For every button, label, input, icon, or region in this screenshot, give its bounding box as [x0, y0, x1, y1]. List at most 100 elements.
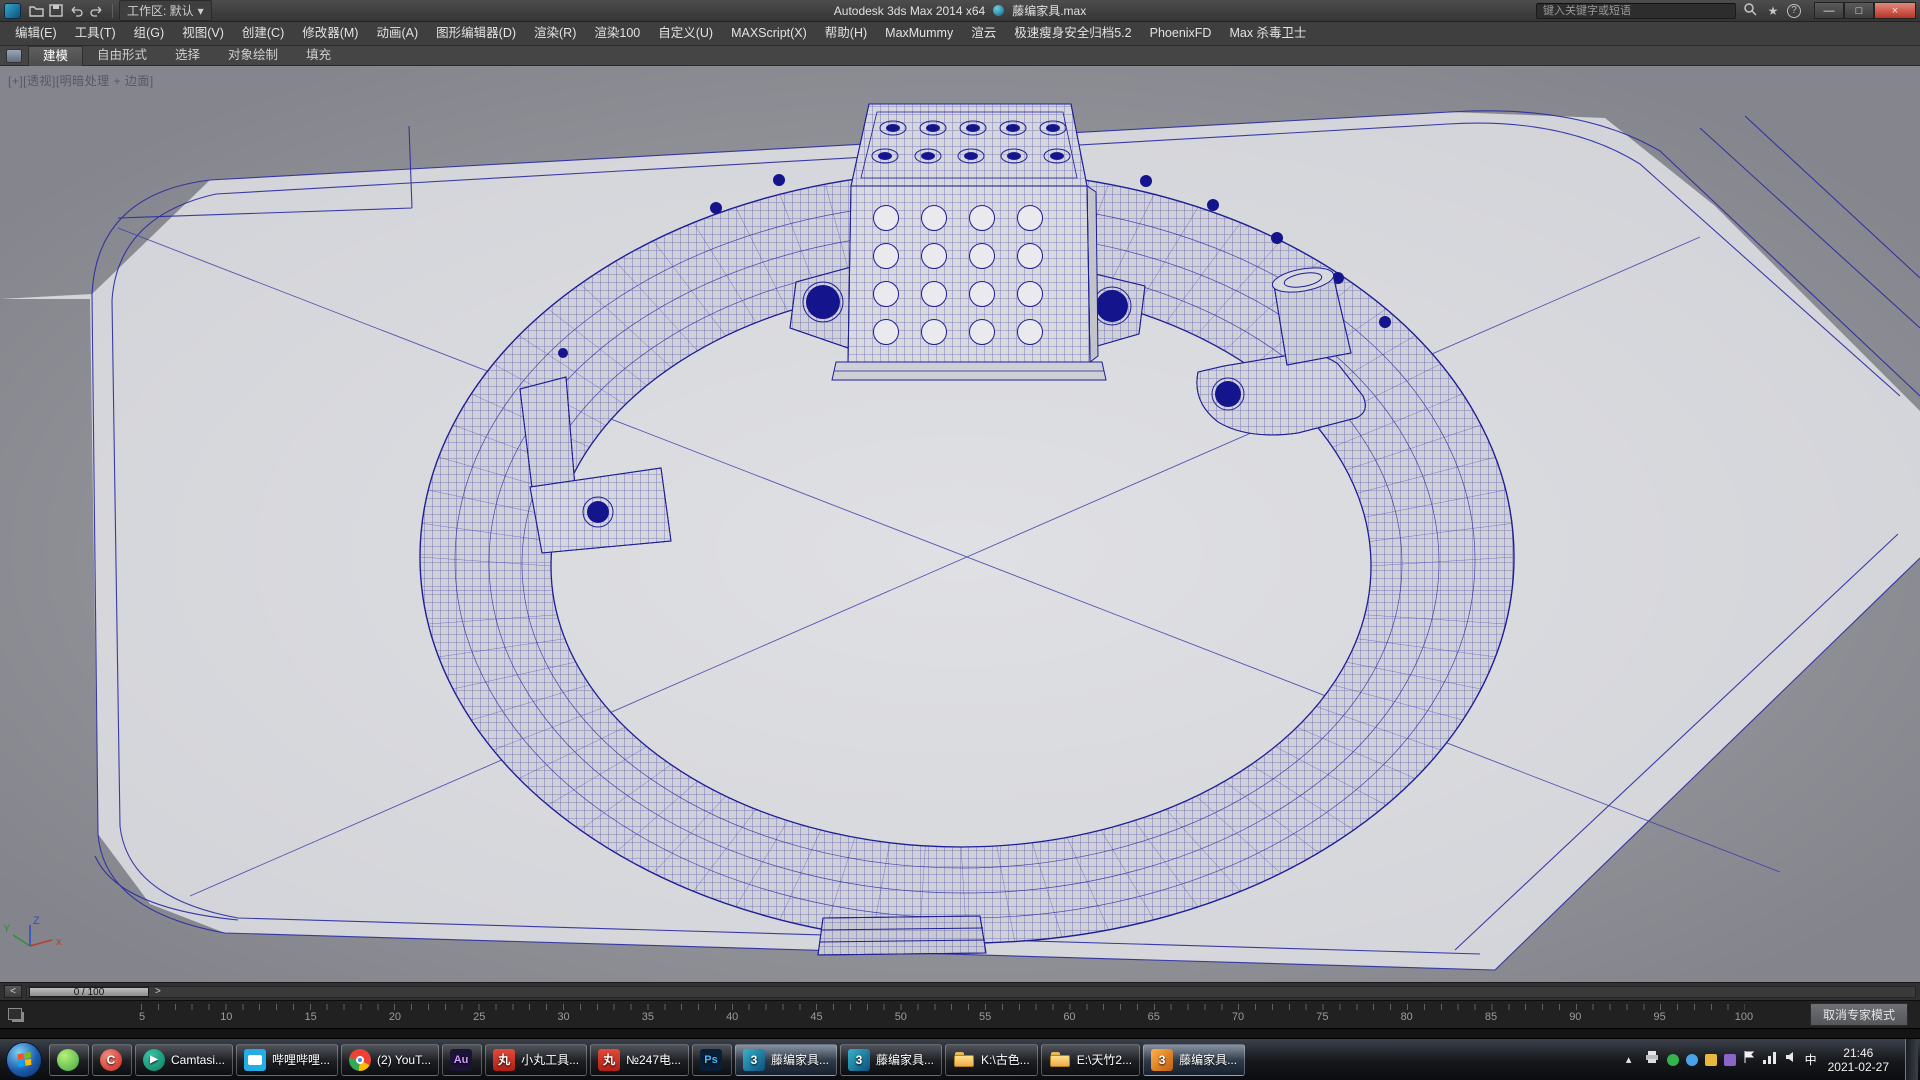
- previous-frame-button[interactable]: <: [4, 985, 22, 998]
- browser-360-icon: [57, 1049, 79, 1071]
- show-desktop-button[interactable]: [1905, 1039, 1918, 1080]
- menu-slim-archive[interactable]: 极速瘦身安全归档5.2: [1005, 22, 1140, 45]
- clip-model[interactable]: [818, 916, 986, 955]
- 3dsmax-icon: 3: [848, 1049, 870, 1071]
- red-app-icon: C: [100, 1049, 122, 1071]
- taskbar-button-max-orange[interactable]: 3 藤编家具...: [1143, 1044, 1245, 1076]
- folder-icon: [953, 1049, 975, 1071]
- ruler-tickmarks: [141, 1004, 1745, 1010]
- photoshop-icon: Ps: [700, 1049, 722, 1071]
- network-icon[interactable]: [1762, 1051, 1777, 1069]
- viewport-canvas[interactable]: x Y Z: [0, 66, 1920, 982]
- tab-selection[interactable]: 选择: [161, 46, 214, 65]
- menu-group[interactable]: 组(G): [125, 22, 174, 45]
- taskbar-clock[interactable]: 21:46 2021-02-27: [1828, 1046, 1889, 1074]
- redo-icon[interactable]: [87, 3, 105, 19]
- track-bar[interactable]: 510 1520 2530 3540 4550 5560 6570 7580 8…: [0, 1000, 1920, 1028]
- app-logo-icon[interactable]: [4, 3, 21, 19]
- download-manager-icon[interactable]: [1705, 1054, 1717, 1066]
- menu-tools[interactable]: 工具(T): [66, 22, 125, 45]
- taskbar-button-bilibili[interactable]: 哔哩哔哩...: [236, 1044, 338, 1076]
- ruler-numbers: 510 1520 2530 3540 4550 5560 6570 7580 8…: [129, 1011, 1757, 1023]
- title-bar: 工作区: 默认 ▾ Autodesk 3ds Max 2014 x64 藤编家具…: [0, 0, 1920, 22]
- xiaowan-icon: 丸: [598, 1049, 620, 1071]
- menu-maxscript[interactable]: MAXScript(X): [722, 22, 816, 45]
- open-file-icon[interactable]: [27, 3, 45, 19]
- xiaowan-icon: 丸: [493, 1049, 515, 1071]
- time-slider-track[interactable]: 0 / 100 >: [26, 986, 1916, 998]
- axis-y-label: Y: [3, 923, 11, 935]
- taskbar-button-chrome-youtube[interactable]: (2) YouT...: [341, 1044, 439, 1076]
- tab-object-paint[interactable]: 对象绘制: [214, 46, 292, 65]
- taskbar-button-app1[interactable]: [49, 1044, 89, 1076]
- menu-render100[interactable]: 渲染100: [585, 22, 649, 45]
- taskbar-button-camtasia[interactable]: ▶ Camtasi...: [135, 1044, 233, 1076]
- taskbar: C ▶ Camtasi... 哔哩哔哩... (2) YouT... Au 丸 …: [0, 1038, 1920, 1080]
- undo-icon[interactable]: [67, 3, 85, 19]
- volume-icon[interactable]: [1784, 1050, 1798, 1069]
- tab-populate[interactable]: 填充: [292, 46, 345, 65]
- audition-icon: Au: [450, 1049, 472, 1071]
- printer-icon[interactable]: [1644, 1050, 1660, 1069]
- favorites-star-icon[interactable]: ★: [1764, 4, 1782, 18]
- hidden-icons-chevron-icon[interactable]: ▴: [1621, 1053, 1637, 1066]
- tab-freeform[interactable]: 自由形式: [83, 46, 161, 65]
- menu-rendering[interactable]: 渲染(R): [525, 22, 585, 45]
- chrome-icon: [349, 1049, 371, 1071]
- chevron-down-icon: ▾: [198, 4, 204, 18]
- input-method-indicator[interactable]: 中: [1805, 1051, 1817, 1068]
- action-center-flag-icon[interactable]: [1743, 1050, 1755, 1069]
- menu-help[interactable]: 帮助(H): [816, 22, 876, 45]
- document-icon: [993, 5, 1004, 16]
- taskbar-button-247[interactable]: 丸 №247电...: [590, 1044, 689, 1076]
- taskbar-button-max-2[interactable]: 3 藤编家具...: [840, 1044, 942, 1076]
- menu-render-cloud[interactable]: 渲云: [962, 22, 1005, 45]
- file-name-text: 藤编家具.max: [1012, 2, 1086, 19]
- save-icon[interactable]: [47, 3, 65, 19]
- workspace-label: 工作区: 默认: [127, 2, 194, 19]
- help-icon[interactable]: ?: [1787, 4, 1801, 18]
- taskbar-button-xiaowan[interactable]: 丸 小丸工具...: [485, 1044, 587, 1076]
- 3dsmax-icon: 3: [743, 1049, 765, 1071]
- next-frame-button[interactable]: >: [155, 986, 161, 997]
- menu-create[interactable]: 创建(C): [233, 22, 293, 45]
- cloud-sync-icon[interactable]: [1724, 1054, 1736, 1066]
- taskbar-button-photoshop[interactable]: Ps: [692, 1044, 732, 1076]
- menu-antivirus[interactable]: Max 杀毒卫士: [1220, 22, 1315, 45]
- menu-modifiers[interactable]: 修改器(M): [293, 22, 367, 45]
- search-icon[interactable]: [1741, 2, 1759, 19]
- cancel-expert-mode-button[interactable]: 取消专家模式: [1810, 1003, 1908, 1026]
- taskbar-button-folder-k[interactable]: K:\古色...: [945, 1044, 1038, 1076]
- viewport-label[interactable]: [+][透视][明暗处理 + 边面]: [8, 72, 154, 89]
- perspective-viewport[interactable]: x Y Z [+][透视][明暗处理 + 边面]: [0, 66, 1920, 982]
- toolbar-separator: [112, 4, 113, 18]
- start-button[interactable]: [6, 1042, 42, 1078]
- menu-phoenixfd[interactable]: PhoenixFD: [1141, 22, 1221, 45]
- taskbar-button-max-1[interactable]: 3 藤编家具...: [735, 1044, 837, 1076]
- taskbar-button-audition[interactable]: Au: [442, 1044, 482, 1076]
- messenger-icon[interactable]: [1686, 1054, 1698, 1066]
- menu-customize[interactable]: 自定义(U): [649, 22, 722, 45]
- status-strip: [0, 1028, 1920, 1038]
- minimize-button[interactable]: —: [1814, 2, 1844, 19]
- taskbar-button-app2[interactable]: C: [92, 1044, 132, 1076]
- workspace-selector[interactable]: 工作区: 默认 ▾: [119, 0, 212, 21]
- time-slider-handle[interactable]: 0 / 100: [29, 987, 149, 997]
- menu-maxmummy[interactable]: MaxMummy: [876, 22, 962, 45]
- antivirus-icon[interactable]: [1667, 1054, 1679, 1066]
- search-input[interactable]: [1536, 3, 1736, 19]
- maximize-button[interactable]: □: [1844, 2, 1874, 19]
- axis-x-label: x: [56, 936, 62, 948]
- menu-edit[interactable]: 编辑(E): [6, 22, 66, 45]
- clock-date: 2021-02-27: [1828, 1060, 1889, 1074]
- taskbar-button-folder-e[interactable]: E:\天竹2...: [1041, 1044, 1140, 1076]
- menu-animation[interactable]: 动画(A): [367, 22, 427, 45]
- ribbon-tab-bar: 建模 自由形式 选择 对象绘制 填充: [0, 46, 1920, 66]
- 3dsmax-orange-icon: 3: [1151, 1049, 1173, 1071]
- tab-modeling[interactable]: 建模: [28, 46, 83, 66]
- open-mini-curve-editor-icon[interactable]: [8, 1008, 22, 1020]
- ribbon-config-icon[interactable]: [6, 49, 22, 63]
- menu-graph-editors[interactable]: 图形编辑器(D): [427, 22, 525, 45]
- close-button[interactable]: ×: [1874, 2, 1916, 19]
- menu-views[interactable]: 视图(V): [173, 22, 233, 45]
